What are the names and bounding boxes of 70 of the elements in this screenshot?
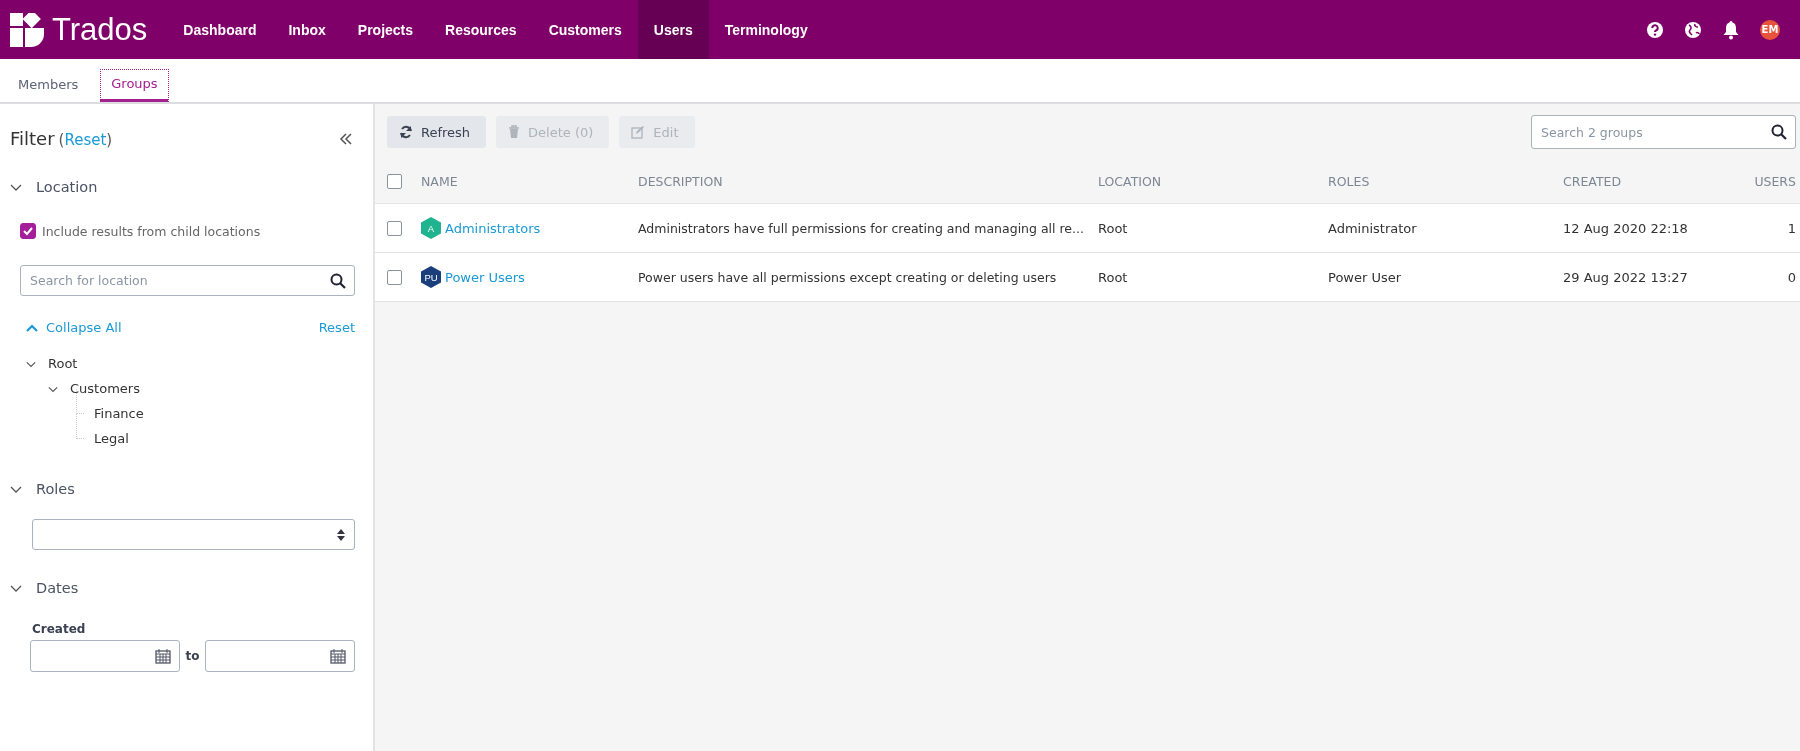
trash-icon bbox=[508, 125, 521, 139]
bell-icon[interactable] bbox=[1722, 19, 1740, 40]
table-cell: Power User bbox=[1328, 269, 1402, 285]
refresh-icon bbox=[399, 125, 413, 139]
column-header[interactable]: ROLES bbox=[1328, 173, 1370, 189]
help-icon[interactable] bbox=[1646, 20, 1664, 39]
reset-link[interactable]: Reset bbox=[318, 320, 355, 335]
section-heading: Dates bbox=[36, 580, 79, 596]
section-heading: Location bbox=[36, 179, 98, 195]
nav-tab[interactable]: Customers bbox=[532, 0, 638, 59]
group-badge: A bbox=[421, 217, 441, 239]
sub-tab[interactable]: Members bbox=[8, 71, 89, 102]
column-header[interactable]: USERS bbox=[1754, 173, 1796, 189]
nav-tab[interactable]: Inbox bbox=[272, 0, 342, 59]
checkbox[interactable] bbox=[20, 223, 36, 239]
nav-tab[interactable]: Dashboard bbox=[167, 0, 273, 59]
paren-text: ) bbox=[106, 131, 113, 149]
toolbar-button[interactable]: Refresh bbox=[387, 116, 487, 148]
filter-title: Filter bbox=[10, 128, 55, 149]
search-icon[interactable] bbox=[1771, 124, 1787, 140]
nav-tab[interactable]: Terminology bbox=[708, 0, 824, 59]
group-badge: PU bbox=[421, 266, 441, 288]
date-field[interactable] bbox=[30, 640, 180, 672]
table-cell: Root bbox=[1098, 220, 1128, 236]
row-checkbox[interactable] bbox=[387, 220, 402, 236]
group-name-link[interactable]: Administrators bbox=[445, 220, 541, 236]
location-search-field[interactable]: Search for location bbox=[20, 265, 355, 296]
nav-tab[interactable]: Projects bbox=[341, 0, 430, 59]
logo-text: Trados bbox=[52, 11, 148, 48]
select-all-checkbox[interactable] bbox=[387, 173, 402, 189]
table-cell: 29 Aug 2022 13:27 bbox=[1563, 269, 1688, 285]
table-cell: Administrator bbox=[1328, 220, 1417, 236]
sub-tab[interactable]: Groups bbox=[100, 69, 169, 102]
paren-text: ( bbox=[58, 131, 65, 149]
reset-link[interactable]: Reset bbox=[64, 131, 107, 149]
sort-caret-icon bbox=[336, 527, 346, 542]
calendar-icon[interactable] bbox=[154, 648, 171, 664]
date-field[interactable] bbox=[205, 640, 355, 672]
table-cell: Root bbox=[1098, 269, 1128, 285]
column-header[interactable]: CREATED bbox=[1563, 173, 1622, 189]
caret-icon bbox=[26, 322, 38, 333]
search-icon[interactable] bbox=[330, 272, 346, 289]
group-name-link[interactable]: Power Users bbox=[445, 269, 525, 285]
table-cell: 0 bbox=[1787, 269, 1796, 285]
table-cell: 1 bbox=[1787, 220, 1796, 236]
nav-tab[interactable]: Resources bbox=[429, 0, 533, 59]
tree-item[interactable]: Customers bbox=[70, 381, 140, 396]
collapse-panel-icon[interactable] bbox=[339, 131, 353, 146]
section-heading: Roles bbox=[36, 481, 75, 497]
tree-item[interactable]: Finance bbox=[94, 406, 144, 421]
column-header[interactable]: LOCATION bbox=[1098, 173, 1162, 189]
row-checkbox[interactable] bbox=[387, 269, 402, 285]
user-avatar[interactable]: EM bbox=[1760, 19, 1780, 40]
nav-tab[interactable]: Users bbox=[637, 0, 709, 59]
group-search-field[interactable]: Search 2 groups bbox=[1531, 115, 1796, 149]
column-header[interactable]: DESCRIPTION bbox=[638, 173, 723, 189]
calendar-icon[interactable] bbox=[330, 648, 346, 664]
column-header[interactable]: NAME bbox=[421, 173, 458, 189]
checkbox-label: Include results from child locations bbox=[42, 223, 261, 239]
table-cell: Power users have all permissions except creating or deleting users bbox=[638, 269, 1057, 285]
globe-icon[interactable] bbox=[1684, 20, 1702, 39]
created-label: Created bbox=[32, 622, 87, 636]
tree-item[interactable]: Legal bbox=[94, 431, 129, 446]
logo-icon bbox=[10, 12, 44, 47]
to-label: to bbox=[185, 649, 200, 663]
edit-icon bbox=[631, 125, 646, 139]
table-cell: 12 Aug 2020 22:18 bbox=[1563, 220, 1688, 236]
table-cell: Administrators have full permissions for creating and managing all re... bbox=[638, 220, 1084, 236]
collapse-all-link[interactable]: Collapse All bbox=[26, 320, 122, 335]
tree-item[interactable]: Root bbox=[48, 356, 78, 371]
